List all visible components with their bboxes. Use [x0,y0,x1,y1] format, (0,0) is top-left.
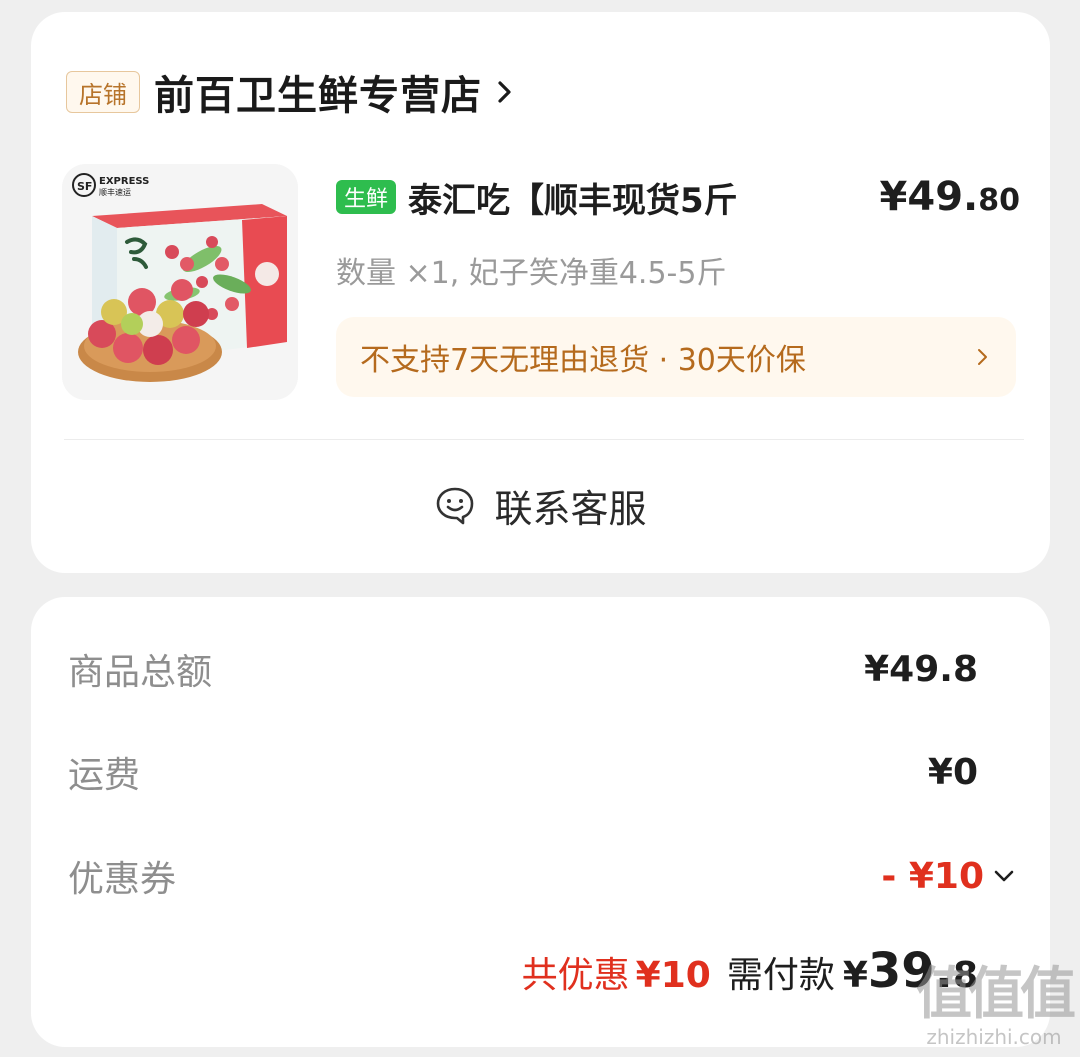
product-title-row[interactable]: 生鲜 泰汇吃【顺丰现货5斤 ¥49.80 [336,172,1020,222]
watermark-site: zhizhizhi.com [926,1025,1062,1049]
product-price-int: ¥49. [879,174,979,220]
coupon-selector[interactable]: - ¥10 [881,856,1018,897]
product-spec: 数量 ×1, 妃子笑净重4.5-5斤 [336,256,727,291]
goods-total-value: ¥49.8 [864,648,978,690]
chat-smile-icon [437,487,474,525]
svg-text:SF: SF [77,180,92,193]
payable-label: 需付款 [726,955,835,996]
svg-text:EXPRESS: EXPRESS [99,176,149,187]
product-title: 泰汇吃【顺丰现货5斤 [408,180,738,221]
product-price-dec: 80 [978,183,1020,218]
chevron-right-icon [498,81,511,103]
lychee-box-image: SF EXPRESS 顺丰速运 [62,164,298,400]
order-card: 店铺 前百卫生鲜专营店 SF EXPRESS 顺丰速运 生鲜 泰汇吃【顺丰现货5… [31,12,1050,573]
order-summary-card: 商品总额 ¥49.8 运费 ¥0 优惠券 - ¥10 共优惠 ¥10 需付款 ¥… [31,597,1050,1047]
goods-total-row: 商品总额 ¥49.8 [68,639,1018,699]
chevron-right-icon [978,349,987,365]
customer-service-label: 联系客服 [494,486,647,531]
coupon-label: 优惠券 [68,859,177,900]
coupon-value: - ¥10 [881,855,984,897]
store-tag: 店铺 [66,71,140,113]
shipping-label: 运费 [68,755,141,796]
shipping-row: 运费 ¥0 [68,742,1018,802]
watermark-logo: 值值值 [916,962,1076,1027]
shipping-value: ¥0 [927,751,978,793]
site-watermark: 值值值 zhizhizhi.com [916,962,1076,1050]
total-payment-line: 共优惠 ¥10 需付款 ¥ 39. 8 [522,943,978,1003]
total-discount-value: ¥10 [635,955,711,996]
product-image[interactable]: SF EXPRESS 顺丰速运 [62,164,298,400]
payable-currency: ¥ [842,955,868,996]
total-discount-label: 共优惠 [521,955,630,996]
svg-text:顺丰速运: 顺丰速运 [99,187,131,197]
coupon-row[interactable]: 优惠券 - ¥10 [68,846,1018,906]
product-price: ¥49.80 [880,174,1020,220]
chevron-down-icon [994,870,1014,882]
policy-text: 不支持7天无理由退货 · 30天价保 [360,343,806,378]
goods-total-label: 商品总额 [68,652,213,693]
store-name: 前百卫生鲜专营店 [154,73,482,119]
fresh-badge: 生鲜 [336,180,397,214]
contact-customer-service-button[interactable]: 联系客服 [31,472,1050,538]
after-sale-policy[interactable]: 不支持7天无理由退货 · 30天价保 [336,317,1016,397]
divider [64,439,1024,440]
store-header[interactable]: 店铺 前百卫生鲜专营店 [66,64,518,120]
